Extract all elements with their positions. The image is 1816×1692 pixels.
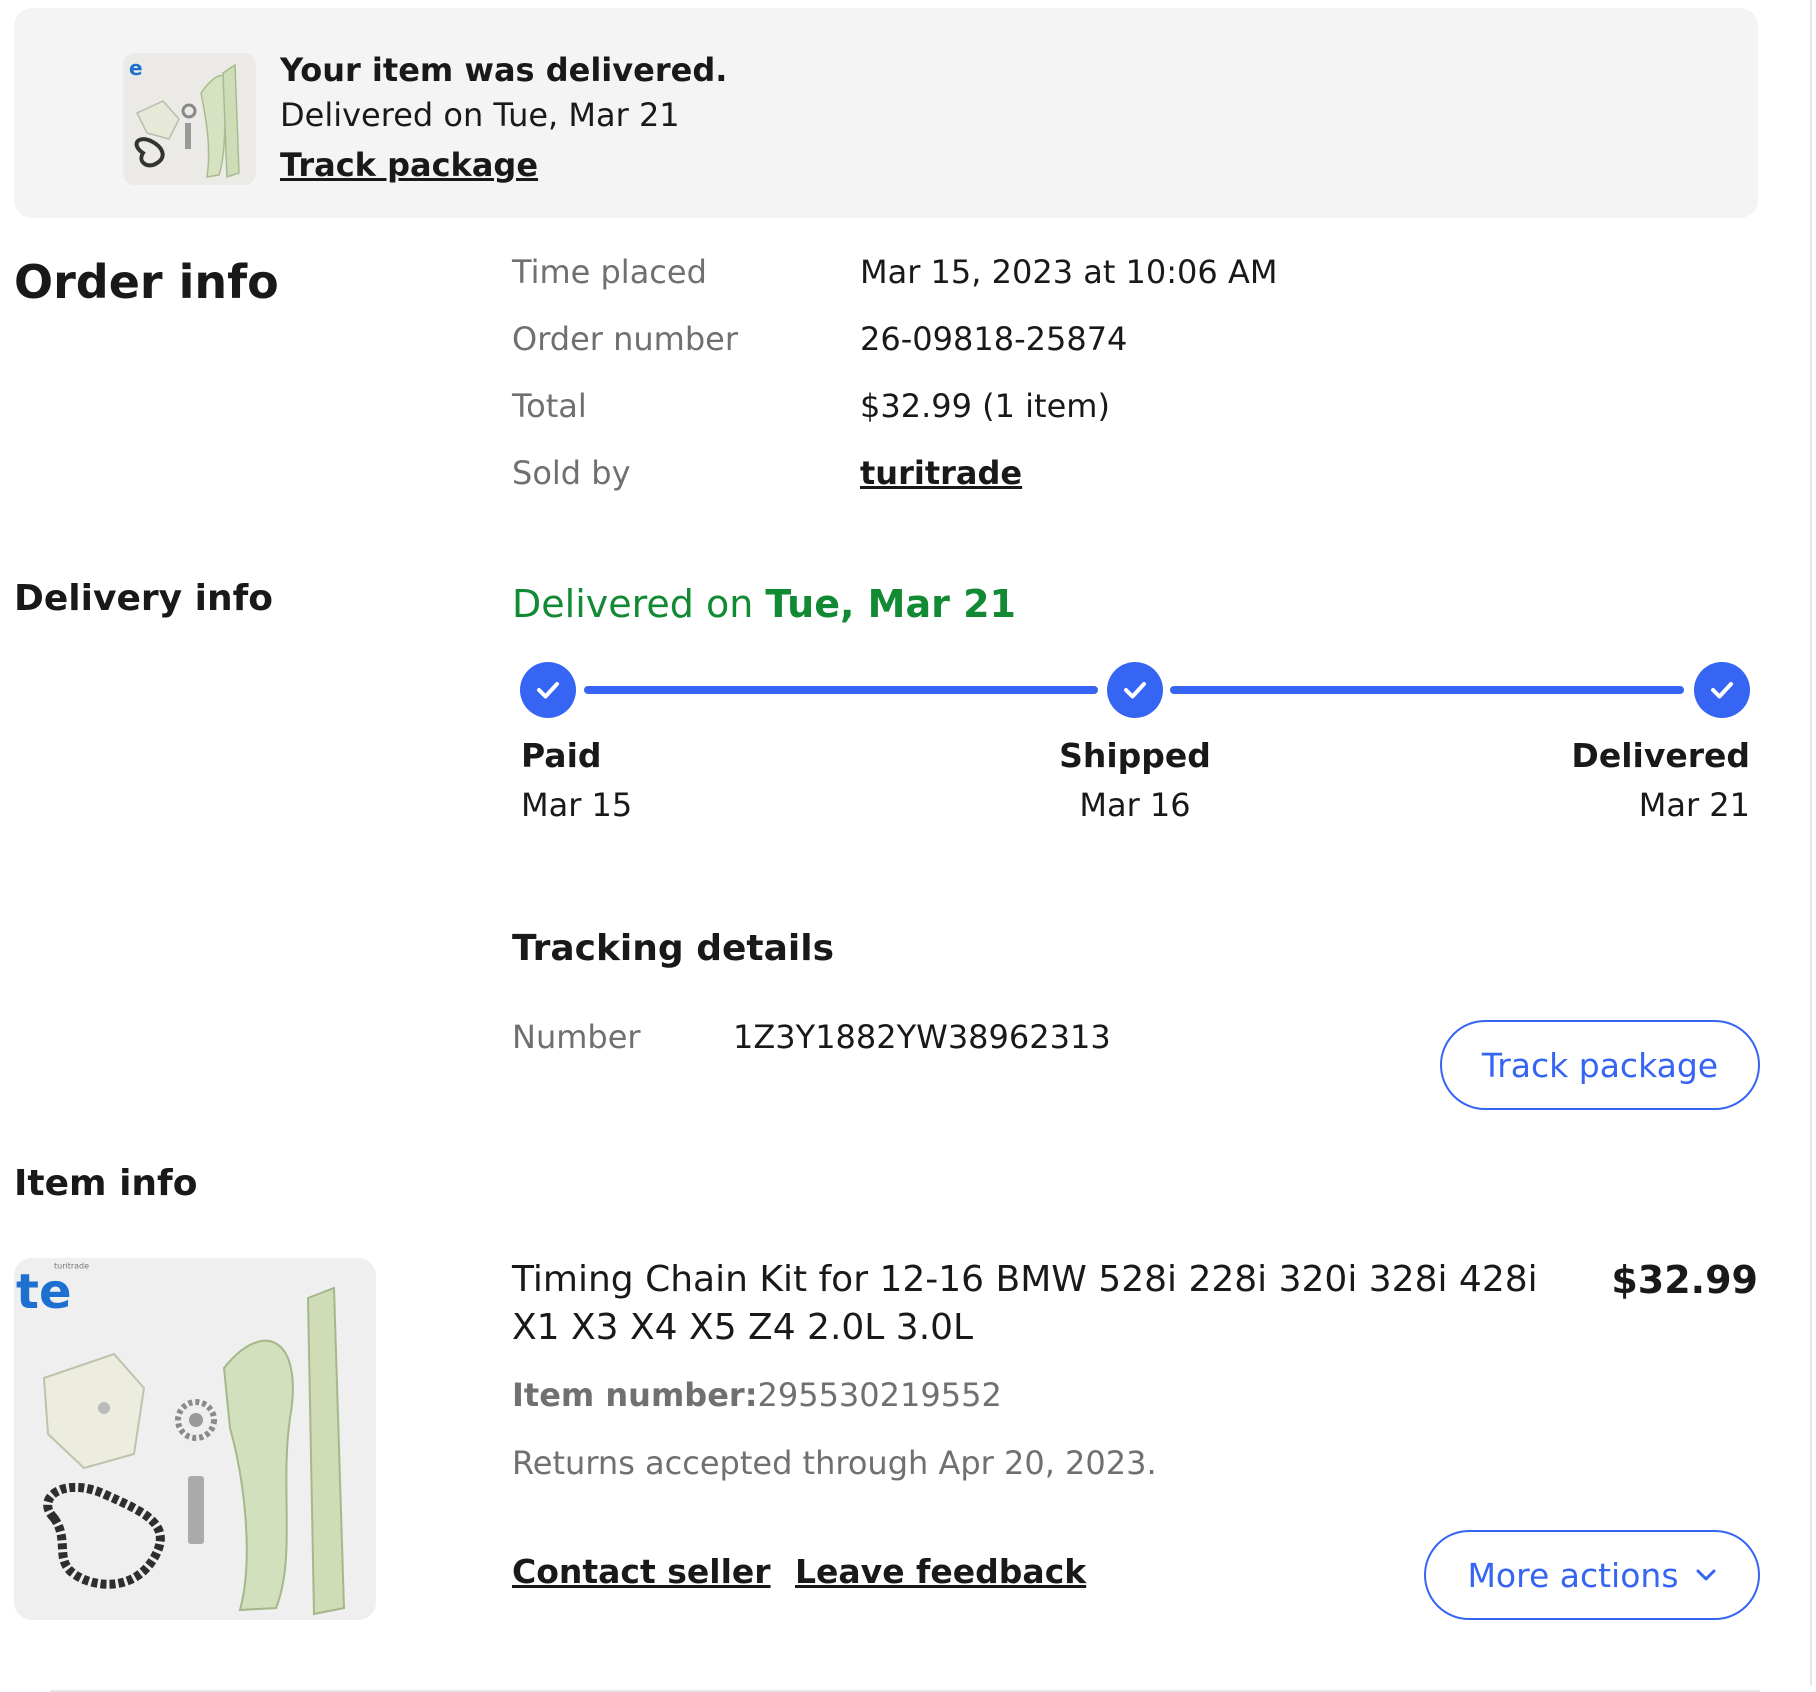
delivery-status-prefix: Delivered on [512,582,754,626]
total-label: Total [512,387,587,425]
timing-chain-kit-image: turitrade te [14,1258,376,1620]
banner-track-package-link[interactable]: Track package [280,140,538,190]
step-paid-label: Paid [521,736,602,775]
tracking-number-label: Number [512,1018,641,1056]
banner-delivered-date: Delivered on Tue, Mar 21 [280,96,680,134]
item-number: Item number:295530219552 [512,1376,1002,1414]
leave-feedback-link[interactable]: Leave feedback [795,1552,1086,1591]
track-package-button[interactable]: Track package [1440,1020,1760,1110]
step-delivered-label: Delivered [1571,736,1750,775]
banner-title: Your item was delivered. [280,51,728,89]
tracking-details-heading: Tracking details [512,928,834,969]
delivery-info-heading: Delivery info [14,578,273,619]
order-info-heading: Order info [14,255,279,309]
delivery-banner: e Your item was delivered. Delivered on … [14,8,1758,218]
time-placed-label: Time placed [512,253,707,291]
step-delivered-date: Mar 21 [1638,786,1750,824]
delivery-status: Delivered on Tue, Mar 21 [512,582,1016,626]
tracking-number-value: 1Z3Y1882YW38962313 [733,1018,1111,1056]
more-actions-label: More actions [1467,1555,1679,1595]
step-delivered-check-icon [1694,662,1750,718]
item-price: $32.99 [1611,1258,1758,1302]
step-shipped-check-icon [1107,662,1163,718]
scrollbar-track[interactable] [1810,0,1812,1685]
total-value: $32.99 (1 item) [860,387,1110,425]
progress-segment-shipped-delivered [1170,686,1684,694]
step-paid-date: Mar 15 [521,786,633,824]
chevron-down-icon [1696,1569,1716,1581]
brand-logo: te [16,1264,72,1320]
banner-item-thumbnail[interactable]: e [123,53,256,185]
step-paid-check-icon [520,662,576,718]
returns-policy: Returns accepted through Apr 20, 2023. [512,1444,1157,1482]
progress-segment-paid-shipped [584,686,1098,694]
sold-by-label: Sold by [512,454,631,492]
timing-chain-kit-image: e [123,53,256,185]
step-shipped-label: Shipped [1059,736,1211,775]
step-shipped-date: Mar 16 [1079,786,1191,824]
item-number-label: Item number: [512,1376,758,1414]
brand-logo: e [129,56,143,80]
time-placed-value: Mar 15, 2023 at 10:06 AM [860,253,1278,291]
more-actions-button[interactable]: More actions [1424,1530,1760,1620]
contact-seller-link[interactable]: Contact seller [512,1552,771,1591]
item-number-value: 295530219552 [757,1376,1002,1414]
order-number-value: 26-09818-25874 [860,320,1128,358]
delivery-status-date: Tue, Mar 21 [765,582,1016,626]
item-info-heading: Item info [14,1163,198,1204]
track-package-button-label: Track package [1481,1045,1719,1085]
order-number-label: Order number [512,320,738,358]
item-image[interactable]: turitrade te [14,1258,376,1620]
seller-link[interactable]: turitrade [860,454,1022,492]
item-title[interactable]: Timing Chain Kit for 12-16 BMW 528i 228i… [512,1256,1572,1352]
